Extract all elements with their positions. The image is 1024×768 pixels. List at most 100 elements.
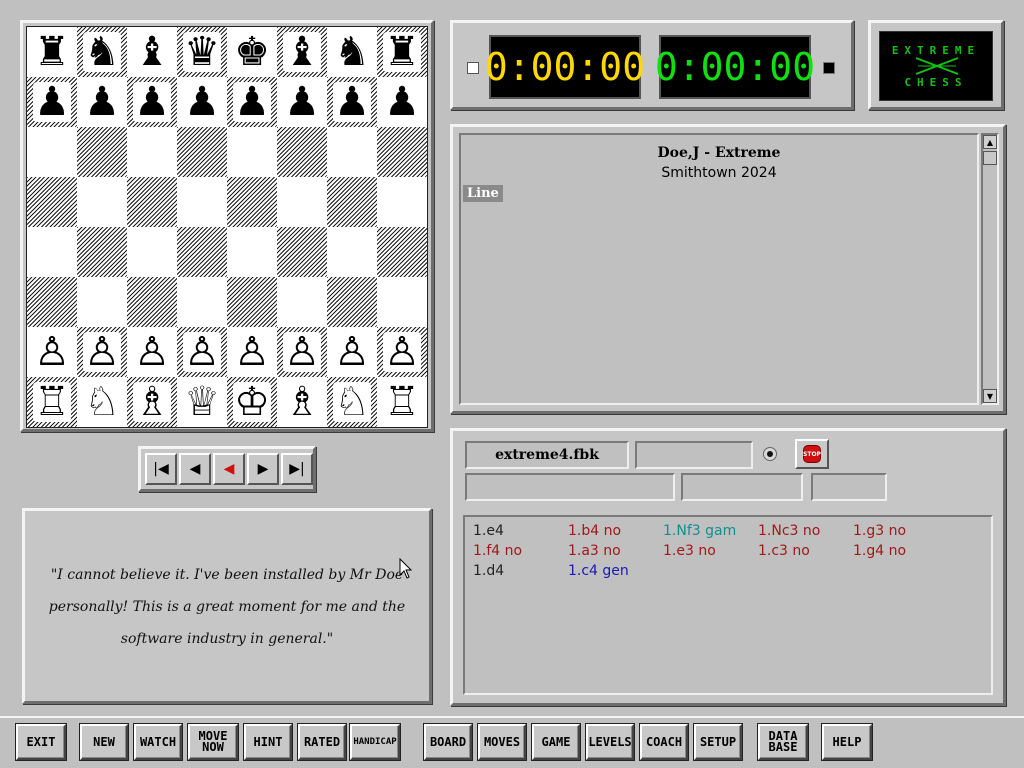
book-move-item[interactable]: 1.e3 no (663, 543, 716, 559)
board-square[interactable]: ♟ (327, 77, 377, 127)
book-move-item[interactable]: 1.f4 no (473, 543, 522, 559)
board-square[interactable]: ♘ (327, 377, 377, 427)
database-button[interactable]: DATA BASE (757, 723, 809, 761)
chess-board[interactable]: ♜ ♞ ♝ ♛ ♚ ♝ ♞ ♜ ♟ ♟ ♟ ♟ ♟ ♟ ♟ ♟ ♙ ♙ ♙ ♙ ♙ ♙ ♙ ♙ ♖ ♘ ♗ ♕ ♔ ♗ ♘ ♖ (26, 26, 428, 428)
board-square[interactable] (27, 127, 77, 177)
chess-piece[interactable]: ♙ (383, 332, 421, 372)
book-move-item[interactable]: 1.g4 no (853, 543, 906, 559)
book-move-item[interactable]: 1.d4 (473, 563, 504, 579)
board-square[interactable]: ♟ (27, 77, 77, 127)
book-move-item[interactable]: 1.b4 no (568, 523, 621, 539)
board-square[interactable] (127, 277, 177, 327)
board-square[interactable] (127, 227, 177, 277)
board-square[interactable] (277, 277, 327, 327)
board-square[interactable] (127, 177, 177, 227)
board-square[interactable] (77, 277, 127, 327)
board-square[interactable] (77, 227, 127, 277)
chess-piece[interactable]: ♟ (333, 82, 371, 122)
chess-piece[interactable]: ♟ (183, 82, 221, 122)
board-square[interactable]: ♘ (77, 377, 127, 427)
handicap-button[interactable]: HANDICAP (349, 723, 401, 761)
next-move-button[interactable]: ▶ (247, 453, 279, 485)
chess-piece[interactable]: ♝ (283, 32, 321, 72)
board-square[interactable]: ♙ (127, 327, 177, 377)
board-square[interactable] (177, 277, 227, 327)
board-square[interactable] (177, 177, 227, 227)
chess-piece[interactable]: ♔ (233, 382, 271, 422)
chess-piece[interactable]: ♜ (33, 32, 71, 72)
board-square[interactable] (27, 277, 77, 327)
chess-piece[interactable]: ♙ (283, 332, 321, 372)
board-square[interactable] (377, 127, 427, 177)
board-square[interactable] (77, 177, 127, 227)
chess-piece[interactable]: ♙ (333, 332, 371, 372)
board-square[interactable] (177, 227, 227, 277)
book-move-item[interactable]: 1.Nc3 no (758, 523, 820, 539)
board-square[interactable] (127, 127, 177, 177)
board-square[interactable]: ♟ (177, 77, 227, 127)
board-square[interactable]: ♗ (127, 377, 177, 427)
board-square[interactable]: ♜ (377, 27, 427, 77)
chess-piece[interactable]: ♟ (383, 82, 421, 122)
chess-piece[interactable]: ♕ (183, 382, 221, 422)
chess-piece[interactable]: ♟ (33, 82, 71, 122)
board-square[interactable] (177, 127, 227, 177)
scroll-down-arrow-icon[interactable]: ▼ (983, 389, 997, 403)
exit-button[interactable]: EXIT (15, 723, 67, 761)
board-square[interactable] (277, 177, 327, 227)
board-square[interactable]: ♝ (277, 27, 327, 77)
setup-button[interactable]: SETUP (693, 723, 743, 761)
board-square[interactable] (227, 227, 277, 277)
book-move-item[interactable]: 1.Nf3 gam (663, 523, 736, 539)
board-square[interactable] (327, 277, 377, 327)
last-move-button[interactable]: ▶| (281, 453, 313, 485)
board-square[interactable] (227, 277, 277, 327)
previous-move-button[interactable]: ◀ (179, 453, 211, 485)
board-square[interactable] (327, 127, 377, 177)
replay-button[interactable]: ◀ (213, 453, 245, 485)
book-move-item[interactable]: 1.a3 no (568, 543, 621, 559)
moves-button[interactable]: MOVES (477, 723, 527, 761)
chess-piece[interactable]: ♙ (83, 332, 121, 372)
board-square[interactable] (227, 127, 277, 177)
help-button[interactable]: HELP (821, 723, 873, 761)
board-square[interactable] (77, 127, 127, 177)
scroll-thumb[interactable] (983, 151, 997, 165)
board-square[interactable] (277, 227, 327, 277)
board-square[interactable]: ♙ (327, 327, 377, 377)
chess-piece[interactable]: ♙ (183, 332, 221, 372)
game-button[interactable]: GAME (531, 723, 581, 761)
levels-button[interactable]: LEVELS (585, 723, 635, 761)
board-square[interactable]: ♟ (277, 77, 327, 127)
chess-piece[interactable]: ♟ (233, 82, 271, 122)
new-button[interactable]: NEW (79, 723, 129, 761)
board-square[interactable] (27, 227, 77, 277)
board-square[interactable] (277, 127, 327, 177)
rated-button[interactable]: RATED (297, 723, 347, 761)
board-square[interactable]: ♟ (77, 77, 127, 127)
board-square[interactable]: ♞ (77, 27, 127, 77)
hint-button[interactable]: HINT (243, 723, 293, 761)
chess-piece[interactable]: ♜ (383, 32, 421, 72)
notation-scrollbar[interactable]: ▲ ▼ (981, 133, 999, 405)
board-square[interactable]: ♙ (177, 327, 227, 377)
board-square[interactable]: ♙ (227, 327, 277, 377)
chess-piece[interactable]: ♚ (233, 32, 271, 72)
stop-button[interactable]: STOP (795, 439, 829, 469)
board-square[interactable]: ♟ (377, 77, 427, 127)
board-square[interactable] (327, 177, 377, 227)
chess-piece[interactable]: ♞ (83, 32, 121, 72)
move-now-button[interactable]: MOVE NOW (187, 723, 239, 761)
chess-piece[interactable]: ♝ (133, 32, 171, 72)
first-move-button[interactable]: |◀ (145, 453, 177, 485)
chess-piece[interactable]: ♟ (133, 82, 171, 122)
board-square[interactable]: ♙ (377, 327, 427, 377)
chess-piece[interactable]: ♙ (233, 332, 271, 372)
board-square[interactable] (27, 177, 77, 227)
board-button[interactable]: BOARD (423, 723, 473, 761)
board-square[interactable] (377, 177, 427, 227)
board-square[interactable]: ♟ (127, 77, 177, 127)
board-square[interactable]: ♖ (377, 377, 427, 427)
board-square[interactable]: ♞ (327, 27, 377, 77)
board-square[interactable]: ♙ (27, 327, 77, 377)
